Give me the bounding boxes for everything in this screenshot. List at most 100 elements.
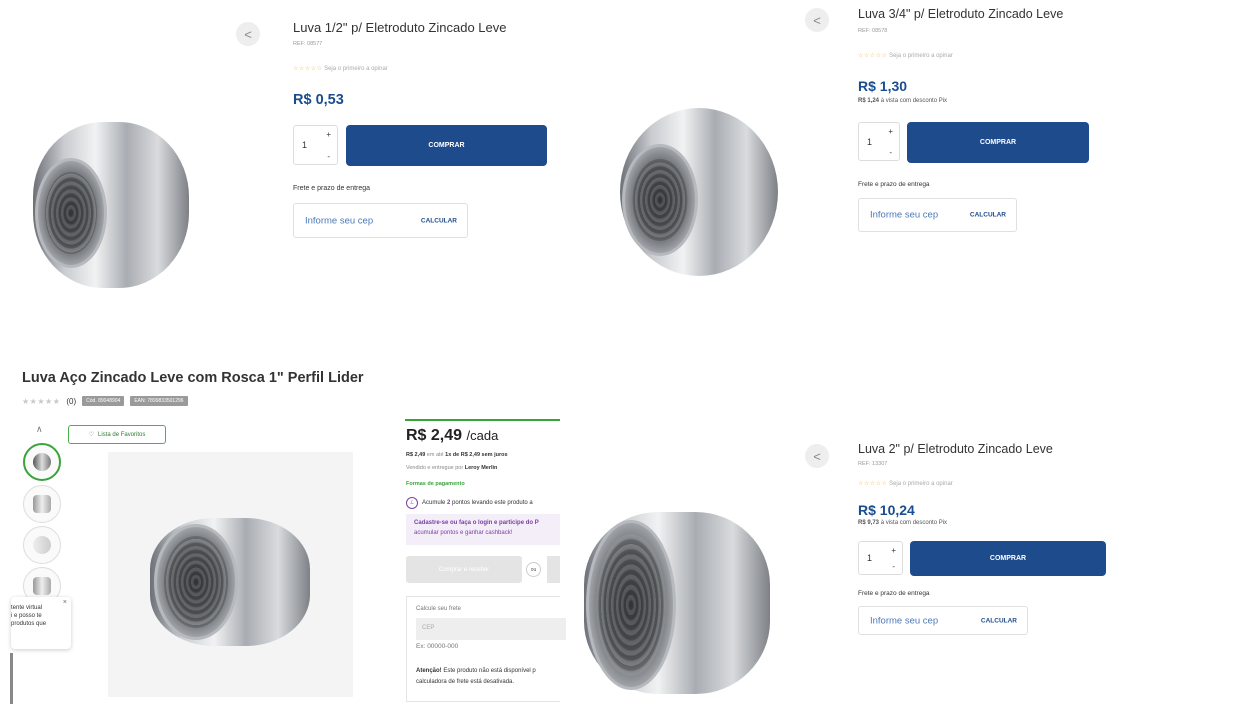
points-post: pontos levando este produto a <box>452 500 533 506</box>
product-meta: ★★★★★ (0) Cód. 89048904 EAN: 78998335012… <box>22 396 188 406</box>
plus-icon[interactable]: + <box>326 130 331 139</box>
product-image-luva-1-2 <box>33 122 189 288</box>
calculate-button[interactable]: CALCULAR <box>981 617 1017 624</box>
loyalty-line-2: acumular pontos e ganhar cashback! <box>414 530 513 536</box>
product-title: Luva 1/2" p/ Eletroduto Zincado Leve <box>293 20 507 35</box>
share-icon[interactable]: < <box>236 22 260 46</box>
calculate-button[interactable]: CALCULAR <box>970 212 1006 219</box>
rating-stars-icon: ☆☆☆☆☆ <box>858 481 888 487</box>
ean-badge: EAN: 7899833501296 <box>130 396 188 406</box>
cep-field[interactable]: Informe seu cep CALCULAR <box>858 198 1017 232</box>
cep-input[interactable]: Informe seu cep <box>305 215 373 226</box>
favorites-button[interactable]: ♡ Lista de Favoritos <box>68 425 166 444</box>
rating-text: Seja o primeiro a opinar <box>324 66 388 72</box>
product-code-badge: Cód. 89048904 <box>82 396 125 406</box>
points-icon: ℒ <box>406 497 418 509</box>
thumbnail-1[interactable] <box>23 443 61 481</box>
chevron-up-icon[interactable]: ∧ <box>36 424 43 435</box>
cep-input[interactable]: Informe seu cep <box>870 210 938 221</box>
attention-bold: Atenção! <box>416 668 442 674</box>
quantity-value: 1 <box>867 136 873 147</box>
virtual-assistant-popup[interactable]: × tente virtual i e posso te produtos qu… <box>11 597 71 649</box>
shipping-label: Calcule seu frete <box>416 606 462 612</box>
share-icon[interactable]: < <box>805 444 829 468</box>
points-pre: Acumule <box>422 500 446 506</box>
attention-message: Atenção! Este produto não está disponíve… <box>416 666 536 688</box>
or-separator: ou <box>526 562 541 577</box>
product-price: R$ 1,30 <box>858 78 908 94</box>
quantity-stepper[interactable]: 1 + - <box>858 541 903 575</box>
product-price: R$ 0,53 <box>293 92 344 108</box>
product-ref: REF: 13307 <box>858 461 888 467</box>
product-image-luva-3-4 <box>620 108 778 276</box>
loyalty-line-1: Cadastre-se ou faça o login e participe … <box>414 520 539 526</box>
frete-label: Frete e prazo de entrega <box>858 181 930 188</box>
pix-text: à vista com desconto Pix <box>880 98 948 104</box>
installments-mid: em até <box>426 452 444 458</box>
cep-input[interactable]: Informe seu cep <box>870 615 938 626</box>
rating-stars-icon: ☆☆☆☆☆ <box>858 53 888 59</box>
price-panel-divider <box>405 419 560 421</box>
thumbnail-3[interactable] <box>23 526 61 564</box>
chat-line: produtos que <box>11 621 47 627</box>
payment-methods-link[interactable]: Formas de pagamento <box>406 481 465 487</box>
price-value: R$ 2,49 <box>406 427 463 444</box>
sold-by-text: Vendido e entregue por <box>406 465 464 471</box>
product-ref: REF: 08578 <box>858 28 888 34</box>
quantity-stepper[interactable]: 1 + - <box>293 125 338 165</box>
pickup-button[interactable] <box>547 556 560 583</box>
minus-icon[interactable]: - <box>327 152 330 161</box>
favorites-label: Lista de Favoritos <box>98 431 146 438</box>
product-title: Luva 2" p/ Eletroduto Zincado Leve <box>858 442 1053 456</box>
minus-icon[interactable]: - <box>892 562 895 571</box>
rating-count: (0) <box>66 396 77 406</box>
cep-example: Ex: 00000-000 <box>416 643 459 650</box>
plus-icon[interactable]: + <box>888 127 893 136</box>
installments: R$ 2,49 em até 1x de R$ 2,49 sem juros <box>406 452 508 458</box>
heart-icon: ♡ <box>88 432 95 438</box>
chat-line: i e posso te <box>11 613 42 619</box>
product-image-luva-1 <box>150 518 310 646</box>
seller-name: Leroy Merlin <box>464 465 498 471</box>
pix-value: R$ 1,24 <box>858 98 880 104</box>
minus-icon[interactable]: - <box>889 148 892 157</box>
calculate-button[interactable]: CALCULAR <box>421 217 457 224</box>
rating-text: Seja o primeiro a opinar <box>889 53 953 59</box>
chat-line: tente virtual <box>11 605 43 611</box>
quantity-value: 1 <box>302 140 308 150</box>
pix-price: R$ 1,24 à vista com desconto Pix <box>858 98 947 104</box>
installments-value: R$ 2,49 <box>406 452 426 458</box>
frete-label: Frete e prazo de entrega <box>858 590 930 597</box>
attention-line-2: calculadora de frete está desativada. <box>416 679 515 685</box>
quantity-stepper[interactable]: 1 + - <box>858 122 900 161</box>
buy-button[interactable]: COMPRAR <box>907 122 1089 163</box>
plus-icon[interactable]: + <box>891 546 896 555</box>
pix-text: à vista com desconto Pix <box>880 520 948 526</box>
buy-button[interactable]: COMPRAR <box>346 125 547 166</box>
cep-field[interactable]: Informe seu cep CALCULAR <box>293 203 468 238</box>
points-info: ℒ Acumule 2 pontos levando este produto … <box>406 497 533 509</box>
scrollbar[interactable] <box>10 653 13 704</box>
points-num: 2 <box>447 500 451 506</box>
rating[interactable]: ☆☆☆☆☆ Seja o primeiro a opinar <box>858 480 953 487</box>
cep-field[interactable]: Informe seu cep CALCULAR <box>858 606 1028 635</box>
product-price: R$ 2,49 /cada <box>406 427 498 445</box>
loyalty-banner[interactable]: Cadastre-se ou faça o login e participe … <box>406 514 560 545</box>
rating-text: Seja o primeiro a opinar <box>889 481 953 487</box>
cep-input[interactable]: CEP <box>416 618 566 640</box>
rating[interactable]: ☆☆☆☆☆ Seja o primeiro a opinar <box>858 52 953 59</box>
product-image-luva-2 <box>584 512 770 694</box>
product-title: Luva 3/4" p/ Eletroduto Zincado Leve <box>858 7 1064 21</box>
share-icon[interactable]: < <box>805 8 829 32</box>
buy-button[interactable]: COMPRAR <box>910 541 1106 576</box>
price-unit: /cada <box>466 428 499 443</box>
installments-bold: 1x de R$ 2,49 sem juros <box>445 452 508 458</box>
buy-and-receive-button[interactable]: Comprar e receber <box>406 556 522 583</box>
shipping-calculator: Calcule seu frete CEP Ex: 00000-000 Aten… <box>406 596 566 702</box>
rating-stars-icon[interactable]: ★★★★★ <box>22 397 60 406</box>
sold-by: Vendido e entregue por Leroy Merlin <box>406 465 497 471</box>
thumbnail-2[interactable] <box>23 485 61 523</box>
rating[interactable]: ☆☆☆☆☆ Seja o primeiro a opinar <box>293 65 388 72</box>
frete-label: Frete e prazo de entrega <box>293 185 371 192</box>
close-icon[interactable]: × <box>63 599 67 607</box>
